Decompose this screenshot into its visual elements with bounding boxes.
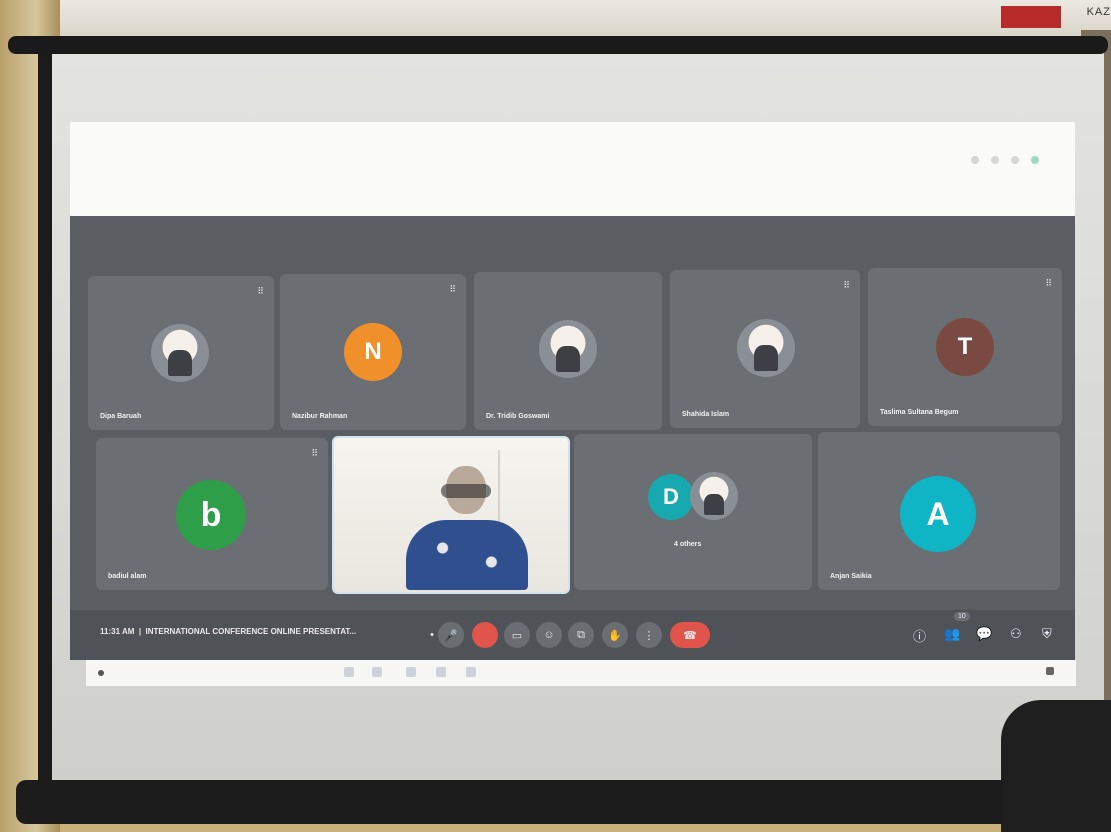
participant-name: Dipa Baruah bbox=[100, 413, 142, 420]
participant-name: Shahida Islam bbox=[682, 411, 730, 418]
taskbar-app-icon[interactable] bbox=[372, 667, 382, 677]
meeting-grid: ⠿ Dipa Baruah ⠿ N Nazibur Rahman Dr. Tri… bbox=[70, 216, 1075, 660]
room-wall-top: KAZ bbox=[0, 0, 1111, 40]
participant-name: Taslima Sultana Begum bbox=[880, 409, 959, 416]
extension-icon[interactable] bbox=[1011, 156, 1019, 164]
avatar bbox=[690, 472, 738, 520]
taskbar-app-icon[interactable] bbox=[466, 667, 476, 677]
participant-tile[interactable]: ⠿ N Nazibur Rahman bbox=[280, 274, 466, 430]
taskbar-app-icon[interactable] bbox=[406, 667, 416, 677]
banner-text: KAZ bbox=[1086, 6, 1111, 18]
participant-tile[interactable]: ⠿ Dipa Baruah bbox=[88, 276, 274, 430]
participant-name: Dr. Tridib Goswami bbox=[486, 413, 550, 420]
extension-icon[interactable] bbox=[971, 156, 979, 164]
tray-icon[interactable] bbox=[1046, 667, 1054, 675]
avatar-initial: D bbox=[663, 484, 679, 509]
meeting-time: 11:31 AM bbox=[100, 627, 135, 636]
avatar: N bbox=[344, 323, 402, 381]
camera-icon[interactable] bbox=[472, 622, 498, 648]
muted-mic-icon: ⠿ bbox=[449, 284, 456, 294]
participant-name: badiul alam bbox=[108, 573, 147, 580]
taskbar-app-icon[interactable] bbox=[436, 667, 446, 677]
avatar bbox=[151, 324, 209, 382]
more-options-icon[interactable]: ⋮ bbox=[636, 622, 662, 648]
browser-top-bar bbox=[70, 122, 1075, 216]
muted-mic-icon: ⠿ bbox=[257, 286, 264, 296]
participant-tile[interactable]: ⠿ b badiul alam bbox=[96, 438, 328, 590]
avatar: D bbox=[648, 474, 694, 520]
avatar bbox=[539, 320, 597, 378]
avatar: T bbox=[936, 318, 994, 376]
muted-mic-icon: ⠿ bbox=[843, 280, 850, 290]
avatar: A bbox=[900, 476, 976, 552]
browser-toolbar-icons bbox=[971, 156, 1039, 164]
people-icon[interactable]: 👥 bbox=[944, 626, 960, 642]
avatar: b bbox=[176, 480, 246, 550]
os-taskbar bbox=[86, 660, 1076, 686]
muted-mic-icon: ⠿ bbox=[1045, 278, 1052, 288]
more-icon[interactable]: • bbox=[428, 629, 436, 641]
projector-screen-top-bar bbox=[8, 36, 1108, 54]
end-call-icon[interactable]: ☎ bbox=[670, 622, 710, 648]
participant-tile[interactable]: Dr. Tridib Goswami bbox=[474, 272, 662, 430]
participant-tile[interactable]: ⠿ T Taslima Sultana Begum bbox=[868, 268, 1062, 426]
meeting-controls-bar: 11:31 AM | INTERNATIONAL CONFERENCE ONLI… bbox=[70, 610, 1075, 660]
avatar-initial: b bbox=[200, 495, 222, 534]
participant-count-badge: 10 bbox=[954, 612, 970, 621]
participant-name: 4 others bbox=[674, 541, 702, 548]
avatar-initial: A bbox=[926, 495, 950, 532]
captions-icon[interactable]: ▭ bbox=[504, 622, 530, 648]
emoji-icon[interactable]: ☺ bbox=[536, 622, 562, 648]
profile-icon[interactable] bbox=[1031, 156, 1039, 164]
taskbar-app-icon[interactable] bbox=[344, 667, 354, 677]
meeting-title: INTERNATIONAL CONFERENCE ONLINE PRESENTA… bbox=[145, 627, 357, 636]
headphones bbox=[441, 484, 491, 498]
speaker-body bbox=[406, 520, 528, 590]
present-icon[interactable]: ⧉ bbox=[568, 622, 594, 648]
projector-screen-bottom-bar bbox=[16, 780, 1096, 824]
active-speaker-video[interactable] bbox=[332, 436, 570, 594]
participant-name: Nazibur Rahman bbox=[292, 413, 348, 420]
avatar-initial: T bbox=[957, 333, 973, 360]
participant-name: Anjan Saikia bbox=[830, 573, 872, 580]
banner-logo bbox=[1001, 6, 1061, 28]
extension-icon[interactable] bbox=[991, 156, 999, 164]
start-icon[interactable] bbox=[98, 670, 104, 676]
foreground-silhouette bbox=[1001, 700, 1111, 832]
shield-icon[interactable]: ⛨ bbox=[1042, 626, 1052, 642]
raise-hand-icon[interactable]: ✋ bbox=[602, 622, 628, 648]
meeting-info: 11:31 AM | INTERNATIONAL CONFERENCE ONLI… bbox=[100, 627, 357, 636]
avatar-initial: N bbox=[364, 338, 382, 365]
participant-tile[interactable]: A Anjan Saikia bbox=[818, 432, 1060, 590]
avatar bbox=[737, 319, 795, 377]
info-icon[interactable]: ⓘ bbox=[913, 626, 926, 645]
participant-tile[interactable]: ⠿ Shahida Islam bbox=[670, 270, 860, 428]
mic-icon[interactable]: 🎤 bbox=[438, 622, 464, 648]
participant-tile-group[interactable]: D 4 others bbox=[574, 434, 812, 590]
muted-mic-icon: ⠿ bbox=[311, 448, 318, 458]
chat-icon[interactable]: 💬 bbox=[976, 626, 992, 642]
activities-icon[interactable]: ⚇ bbox=[1010, 626, 1022, 642]
